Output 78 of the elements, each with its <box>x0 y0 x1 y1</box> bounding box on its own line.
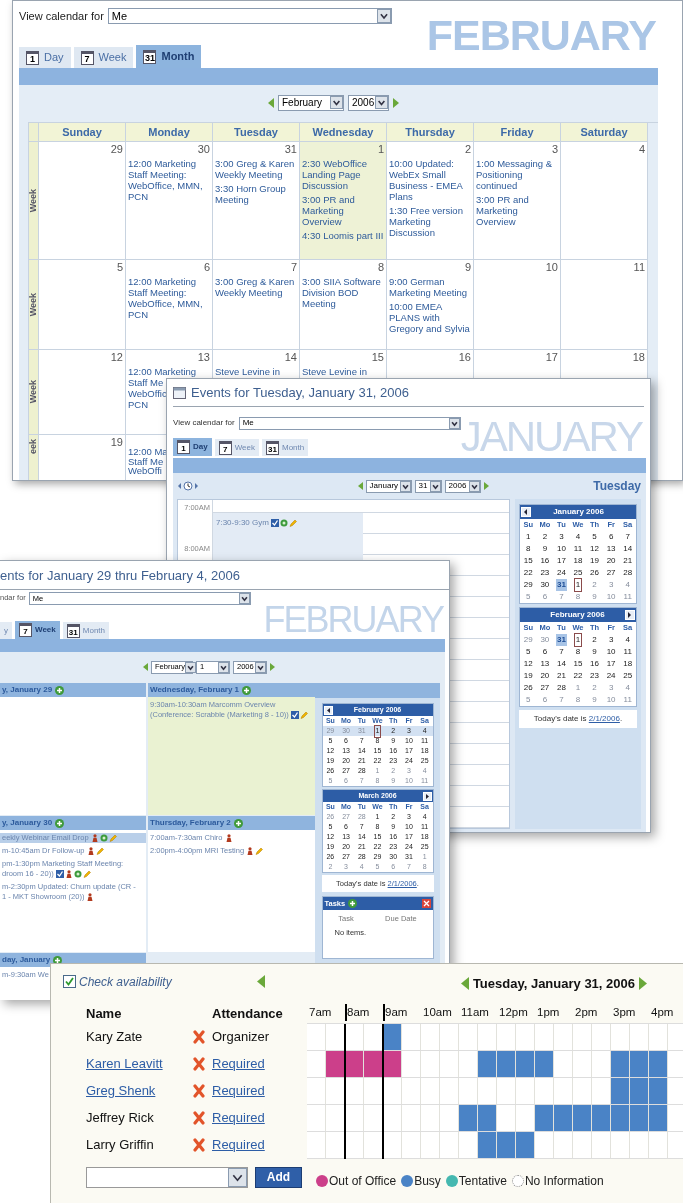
legend-label: Tentative <box>458 1173 507 1190</box>
date-number: 5 <box>116 261 123 274</box>
date-number: 12 <box>110 351 123 364</box>
date-number: 10 <box>545 261 558 274</box>
weekday-heading: Tuesday <box>593 478 641 495</box>
date-number: 18 <box>632 351 645 364</box>
day-heading: Wednesday, February 1 <box>150 684 240 696</box>
date-heading: Tuesday, January 31, 2006 <box>472 974 635 993</box>
hour-label: 3pm <box>612 1004 637 1020</box>
legend-label: Busy <box>414 1173 441 1190</box>
day-heading: y, January 29 <box>2 684 53 696</box>
date-number: 9 <box>464 261 471 274</box>
checkbox-label: Check availability <box>79 973 173 991</box>
calendar-icon: 7 <box>80 50 94 65</box>
month-title: FEBRUARY <box>263 598 445 639</box>
calendar-icon: 7 <box>218 440 232 455</box>
week-label: eek <box>29 439 38 455</box>
month-title: FEBRUARY <box>426 10 657 61</box>
attendance-text: Organizer <box>212 1027 270 1046</box>
date-number: 30 <box>197 143 210 156</box>
hour-label: 4pm <box>650 1004 675 1020</box>
column-header: Wednesday <box>300 123 387 142</box>
column-header: Attendance <box>212 1004 283 1023</box>
calendar-icon: 31 <box>143 49 157 64</box>
day-heading: y, January 30 <box>2 817 53 829</box>
date-number: 16 <box>458 351 471 364</box>
date-number: 2 <box>464 143 471 156</box>
week-label: Week <box>29 188 38 213</box>
day-heading: Thursday, February 2 <box>150 817 231 829</box>
attendee-name: Kary Zate <box>86 1027 144 1046</box>
week-label: Week <box>29 380 38 404</box>
date-number: 29 <box>110 143 123 156</box>
calendar-icon: 31 <box>266 440 279 455</box>
today-date-text: Today's date is 2/1/2006. <box>519 710 637 728</box>
date-number: 8 <box>377 261 384 274</box>
date-number: 19 <box>110 436 123 447</box>
hour-label: 7am <box>308 1004 333 1020</box>
field-label: View calendar for <box>19 9 104 24</box>
date-number: 31 <box>284 143 297 156</box>
attendee-name: Larry Griffin <box>86 1135 155 1154</box>
column-header: Monday <box>126 123 213 142</box>
column-header: Name <box>86 1004 123 1023</box>
calendar-title: January 2006 <box>552 506 605 518</box>
date-number: 11 <box>633 261 645 274</box>
date-number: 14 <box>284 351 297 364</box>
window-title: ents for January 29 thru February 4, 2006 <box>0 561 449 590</box>
column-header: Friday <box>474 123 561 142</box>
hour-label: 1pm <box>536 1004 561 1020</box>
hour-label: 2pm <box>574 1004 599 1020</box>
calendar-icon: 31 <box>66 623 80 638</box>
column-header: Saturday <box>561 123 648 142</box>
hour-label: 10am <box>422 1004 453 1020</box>
date-number: 6 <box>203 261 210 274</box>
date-number: 15 <box>371 351 384 364</box>
day-heading: day, January <box>2 954 51 966</box>
column-header: Thursday <box>387 123 474 142</box>
legend-label: No Information <box>524 1173 604 1190</box>
hour-label: 9am <box>383 1003 421 1021</box>
calendar-icon: 7 <box>19 623 32 637</box>
calendar-icon: 1 <box>177 440 190 454</box>
date-number: 17 <box>545 351 558 364</box>
date-number: 13 <box>197 351 210 364</box>
date-number: 1 <box>377 143 384 156</box>
attendee-name: Jeffrey Rick <box>86 1108 155 1127</box>
hour-label: 12pm <box>498 1004 529 1020</box>
legend-label: Out of Office <box>329 1173 397 1190</box>
date-number: 3 <box>551 143 558 156</box>
date-number: 4 <box>638 143 645 156</box>
week-label: Week <box>29 292 38 317</box>
column-header: Sunday <box>39 123 126 142</box>
calendar-title: February 2006 <box>549 609 606 621</box>
hour-label: 8am <box>345 1003 383 1021</box>
date-number: 7 <box>290 261 297 274</box>
window-title: Events for Tuesday, January 31, 2006 <box>191 383 409 402</box>
hour-label: 11am <box>460 1004 490 1020</box>
column-header: Tuesday <box>213 123 300 142</box>
field-label: View calendar for <box>173 417 235 429</box>
calendar-icon: 1 <box>26 50 39 65</box>
